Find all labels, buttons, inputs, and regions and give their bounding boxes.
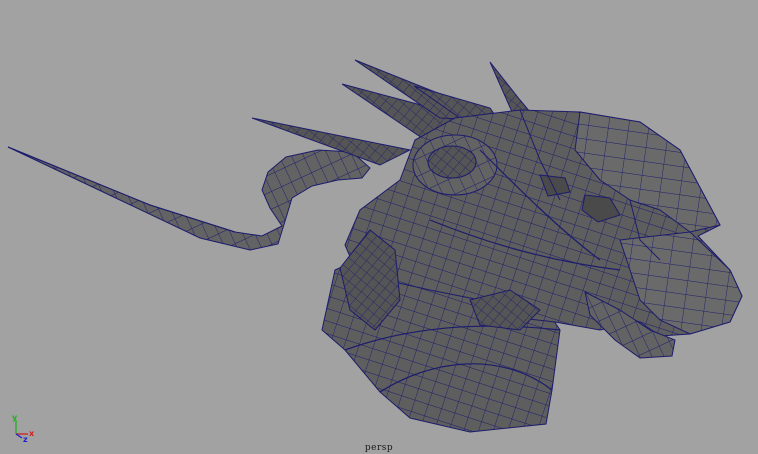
axis-orientation-gizmo: y x z <box>12 413 35 442</box>
axis-y-label: y <box>12 413 18 422</box>
perspective-viewport[interactable]: y x z persp <box>0 0 758 454</box>
dragon-head-mesh[interactable] <box>0 0 758 454</box>
axis-z-label: z <box>23 435 28 442</box>
camera-name-label: persp <box>364 443 394 453</box>
axis-x-label: x <box>29 429 35 438</box>
left-tendril <box>7 146 371 251</box>
